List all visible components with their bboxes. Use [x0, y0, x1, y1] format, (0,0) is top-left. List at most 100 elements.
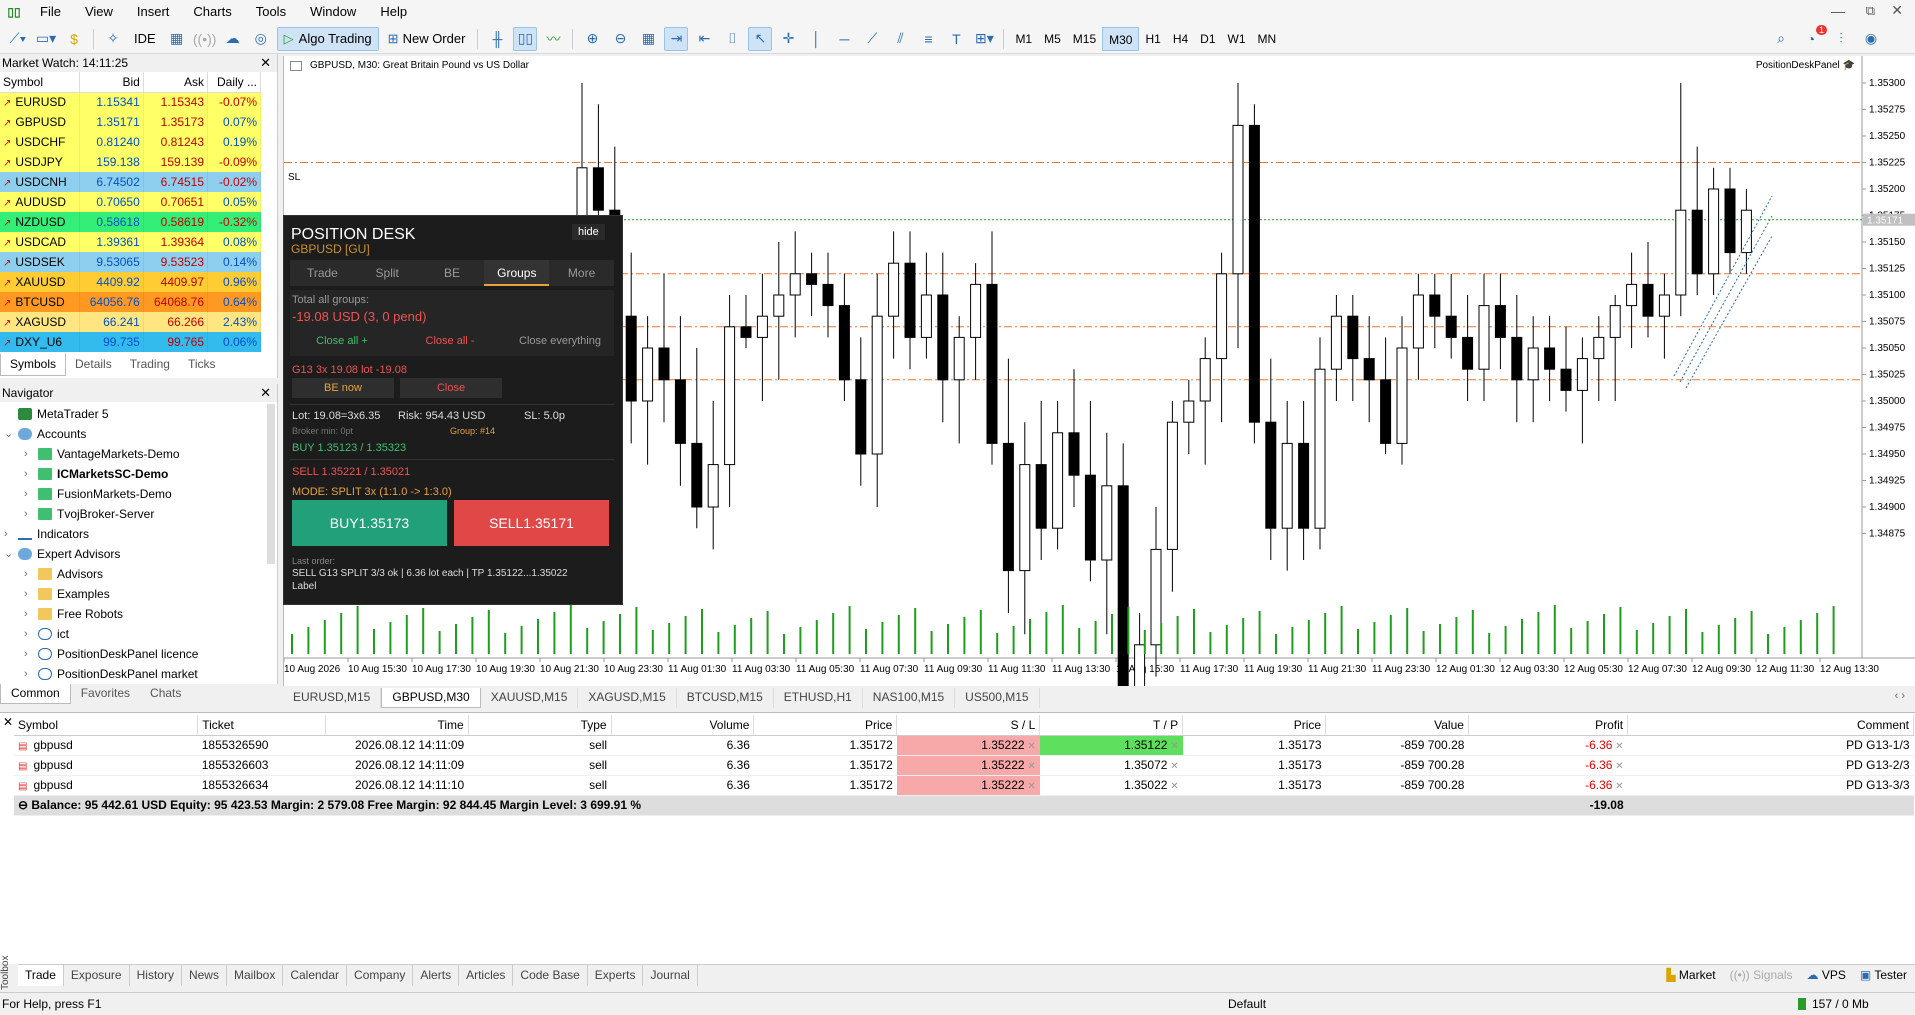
expand-icon[interactable]: ›: [24, 584, 38, 604]
mw-row[interactable]: ↗ AUDUSD 0.70650 0.70651 0.05%: [0, 192, 261, 212]
expand-icon[interactable]: ›: [24, 664, 38, 684]
trade-header[interactable]: T / P: [1039, 715, 1184, 736]
expand-icon[interactable]: ›: [24, 644, 38, 664]
pd-tab-trade[interactable]: Trade: [290, 260, 355, 286]
mw-row[interactable]: ↗ NZDUSD 0.58618 0.58619 -0.32%: [0, 212, 261, 232]
vps-icon[interactable]: ◎: [249, 27, 273, 51]
expand-icon[interactable]: ›: [24, 624, 38, 644]
timeframe-m5[interactable]: M5: [1038, 27, 1067, 51]
close-icon[interactable]: ✕: [260, 384, 271, 402]
expand-icon[interactable]: ›: [24, 604, 38, 624]
toolbox-label[interactable]: Toolbox: [0, 940, 14, 990]
horizontal-line-icon[interactable]: ─: [832, 27, 856, 51]
chart-tab[interactable]: XAUUSD,M15: [481, 688, 579, 708]
trade-header[interactable]: Ticket: [197, 715, 326, 736]
chart-tab[interactable]: US500,M15: [955, 688, 1040, 708]
expand-icon[interactable]: ›: [24, 504, 38, 524]
toolbox-tab-journal[interactable]: Journal: [643, 965, 698, 986]
trade-header[interactable]: Time: [325, 715, 469, 736]
timeframe-m15[interactable]: M15: [1067, 27, 1102, 51]
timeframe-h4[interactable]: H4: [1167, 27, 1194, 51]
nav-item[interactable]: › ict: [0, 624, 277, 644]
trendline-icon[interactable]: ⟋: [860, 27, 884, 51]
toolbox-tab-alerts[interactable]: Alerts: [413, 965, 460, 986]
coin-icon[interactable]: $: [62, 27, 86, 51]
toolbox-tab-company[interactable]: Company: [347, 965, 414, 986]
cursor-icon[interactable]: ↖: [748, 26, 773, 51]
trade-header[interactable]: Symbol: [14, 715, 199, 736]
menu-insert[interactable]: Insert: [125, 0, 182, 24]
menu-window[interactable]: Window: [298, 0, 368, 24]
new-order-button[interactable]: ⊞ New Order: [383, 27, 471, 51]
timeframe-m30[interactable]: M30: [1102, 26, 1140, 51]
remove-icon[interactable]: ✕: [1167, 761, 1178, 772]
remove-icon[interactable]: ✕: [1612, 741, 1623, 752]
cloud-icon[interactable]: ☁: [221, 27, 245, 51]
signals-link[interactable]: ((•)) Signals: [1730, 968, 1793, 982]
nav-item[interactable]: › VantageMarkets-Demo: [0, 444, 277, 464]
ide-button[interactable]: IDE: [129, 27, 161, 51]
timeframe-h1[interactable]: H1: [1139, 27, 1166, 51]
notifications-icon[interactable]: ◔ 1: [1799, 24, 1827, 51]
account-icon[interactable]: ◉: [1859, 27, 1883, 51]
remove-icon[interactable]: ✕: [1025, 741, 1035, 752]
toolbox-tab-experts[interactable]: Experts: [588, 965, 644, 986]
pd-tab-groups[interactable]: Groups: [484, 260, 550, 286]
shapes-icon[interactable]: ⊞▾: [972, 27, 996, 51]
remove-icon[interactable]: ✕: [1025, 781, 1035, 792]
chart-shift-icon[interactable]: ⇤: [692, 27, 716, 51]
trade-header[interactable]: Value: [1325, 715, 1469, 736]
mw-header[interactable]: Daily ...: [207, 72, 261, 93]
mw-header[interactable]: Ask: [143, 72, 209, 93]
algo-trading-button[interactable]: ▷ Algo Trading: [276, 26, 379, 51]
mw-row[interactable]: ↗ USDCHF 0.81240 0.81243 0.19%: [0, 132, 261, 152]
chart-tab[interactable]: GBPUSD,M30: [381, 688, 481, 708]
nav-item[interactable]: ⌄ Accounts: [0, 424, 277, 444]
mw-row[interactable]: ↗ USDJPY 159.138 159.139 -0.09%: [0, 152, 261, 172]
close-all-plus-button[interactable]: Close all +: [292, 331, 392, 351]
restore-button[interactable]: ⧉: [1866, 3, 1875, 19]
close-all-minus-button[interactable]: Close all -: [400, 331, 500, 351]
chart-tab[interactable]: BTCUSD,M15: [677, 688, 774, 708]
close-icon[interactable]: ✕: [3, 715, 13, 729]
channel-icon[interactable]: ⫽: [888, 27, 912, 51]
toolbox-tab-code-base[interactable]: Code Base: [513, 965, 588, 986]
new-chart-icon[interactable]: ⟋▾: [6, 27, 30, 51]
expand-icon[interactable]: ⌄: [4, 544, 18, 564]
mw-row[interactable]: ↗ USDCNH 6.74502 6.74515 -0.02%: [0, 172, 261, 192]
hide-button[interactable]: hide: [572, 224, 605, 240]
pd-tab-split[interactable]: Split: [355, 260, 420, 286]
autoscroll-icon[interactable]: ⇥: [664, 26, 689, 51]
mw-row[interactable]: ↗ USDCAD 1.39361 1.39364 0.08%: [0, 232, 261, 252]
pd-tab-be[interactable]: BE: [420, 260, 485, 286]
timeframe-mn[interactable]: MN: [1252, 27, 1283, 51]
position-row[interactable]: ▤ gbpusd 1855326603 2026.08.12 14:11:09 sell…: [14, 755, 1914, 776]
pd-tab-more[interactable]: More: [549, 260, 614, 286]
nav-item[interactable]: › Indicators: [0, 524, 277, 544]
nav-item[interactable]: › FusionMarkets-Demo: [0, 484, 277, 504]
trade-header[interactable]: Price: [1182, 715, 1327, 736]
collapse-icon[interactable]: ⊖: [18, 798, 31, 812]
tester-link[interactable]: ▣ Tester: [1860, 968, 1907, 982]
mw-row[interactable]: ↗ BTCUSD 64056.76 64068.76 0.64%: [0, 292, 261, 312]
mw-row[interactable]: ↗ EURUSD 1.15341 1.15343 -0.07%: [0, 92, 261, 112]
nav-item[interactable]: › PositionDeskPanel licence: [0, 644, 277, 664]
mw-row[interactable]: ↗ DXY_U6 99.735 99.765 0.06%: [0, 332, 261, 352]
profiles-icon[interactable]: ▭▾: [34, 27, 58, 51]
sell-button[interactable]: SELL1.35171: [454, 500, 609, 546]
screenshot-icon[interactable]: ⌷: [720, 27, 744, 51]
mw-tab-symbols[interactable]: Symbols: [0, 354, 67, 376]
minimize-button[interactable]: —: [1831, 3, 1845, 19]
toolbox-tab-news[interactable]: News: [182, 965, 227, 986]
expand-icon[interactable]: ⌄: [4, 424, 18, 444]
expand-icon[interactable]: ›: [24, 564, 38, 584]
trade-header[interactable]: Type: [468, 715, 612, 736]
strategy-icon[interactable]: ✧: [101, 27, 125, 51]
scrollbar[interactable]: [267, 404, 275, 564]
close-everything-button[interactable]: Close everything: [508, 331, 612, 351]
chart-tab[interactable]: NAS100,M15: [863, 688, 956, 708]
expand-icon[interactable]: ›: [24, 484, 38, 504]
expand-icon[interactable]: ›: [24, 464, 38, 484]
position-row[interactable]: ▤ gbpusd 1855326634 2026.08.12 14:11:10 sell…: [14, 775, 1914, 796]
signal-strength-icon[interactable]: ⫶: [1829, 27, 1853, 51]
